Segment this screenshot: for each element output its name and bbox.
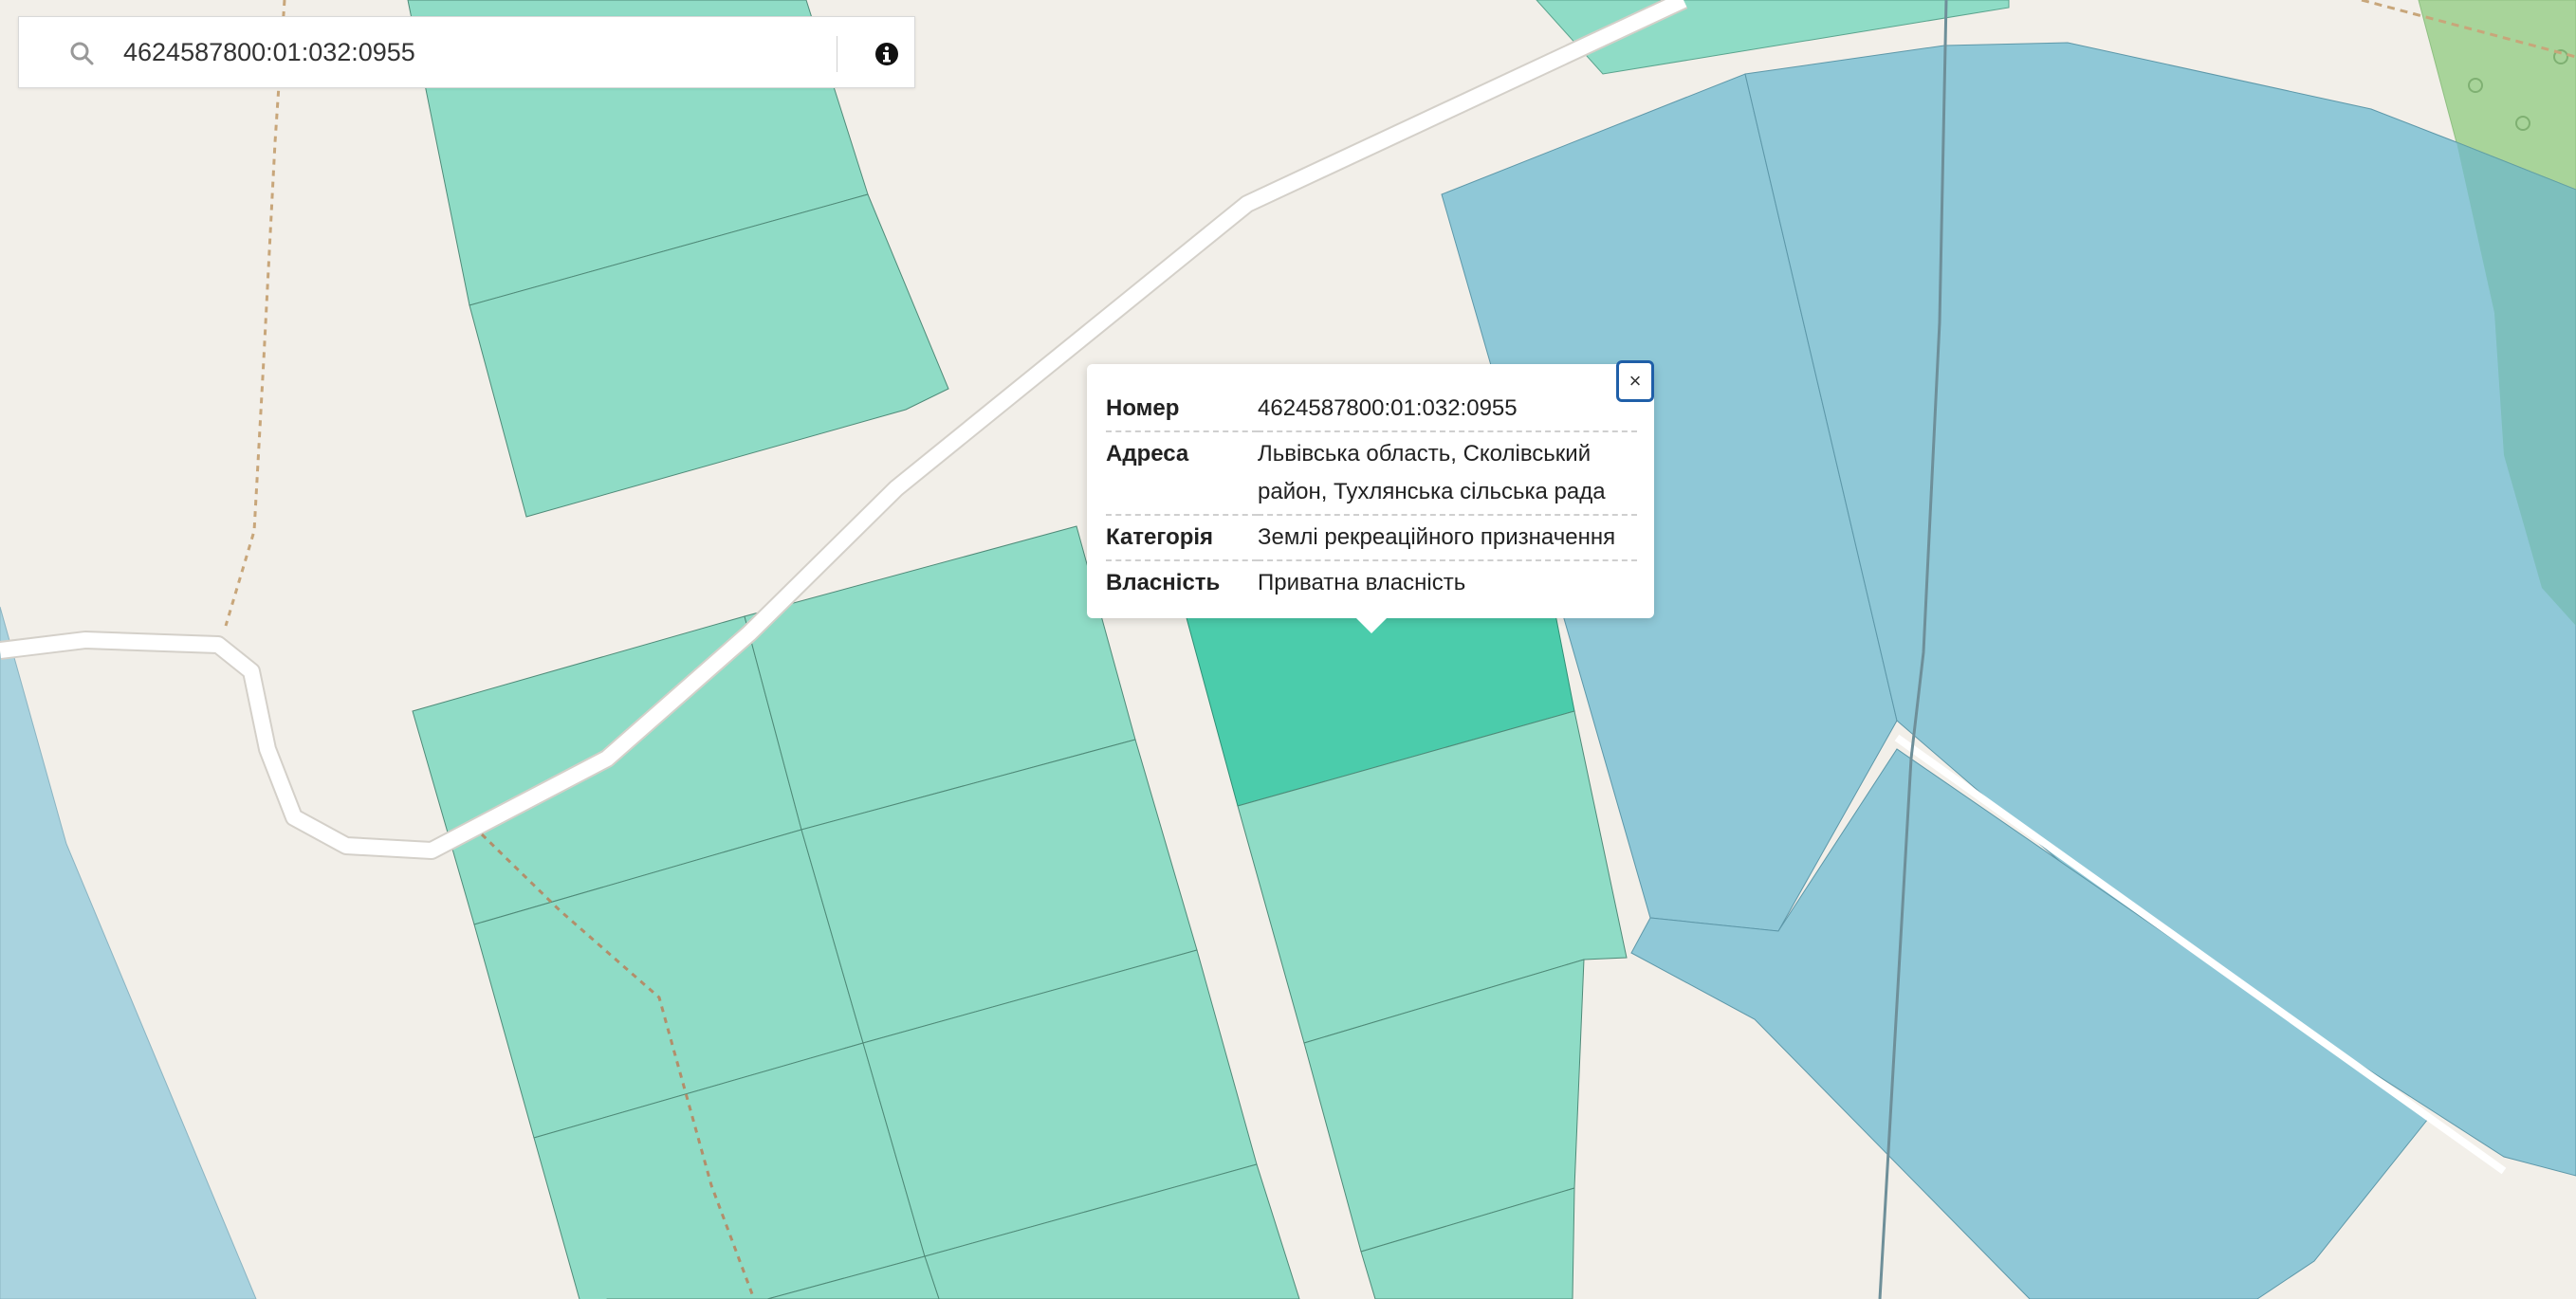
info-value: Приватна власність <box>1258 570 1466 595</box>
info-label: Категорія <box>1106 515 1258 561</box>
info-row-number: Номер 4624587800:01:032:0955 <box>1106 387 1637 432</box>
close-icon[interactable]: × <box>1616 360 1654 402</box>
info-label: Власність <box>1106 570 1221 595</box>
popup-tip <box>1354 616 1389 633</box>
info-label: Номер <box>1106 387 1258 432</box>
parcel-info-popup: × Номер 4624587800:01:032:0955 Адреса Ль… <box>1087 360 1654 633</box>
search-icon <box>70 42 94 65</box>
search-input[interactable] <box>104 28 844 76</box>
info-label: Адреса <box>1106 431 1258 516</box>
parcel-info-table: Номер 4624587800:01:032:0955 Адреса Льві… <box>1106 387 1637 605</box>
info-icon <box>875 43 898 65</box>
info-button[interactable] <box>863 38 911 70</box>
info-value: 4624587800:01:032:0955 <box>1258 387 1637 432</box>
search-bar <box>18 16 915 88</box>
info-row-address: Адреса Львівська область, Сколівський ра… <box>1106 431 1637 516</box>
info-row-category: Категорія Землі рекреаційного призначенн… <box>1106 515 1637 561</box>
info-row-ownership: Власність Приватна власність <box>1106 560 1637 605</box>
cadastral-map[interactable] <box>0 0 2576 1299</box>
info-value: Землі рекреаційного призначення <box>1258 515 1637 561</box>
info-value: Львівська область, Сколівський район, Ту… <box>1258 431 1637 516</box>
